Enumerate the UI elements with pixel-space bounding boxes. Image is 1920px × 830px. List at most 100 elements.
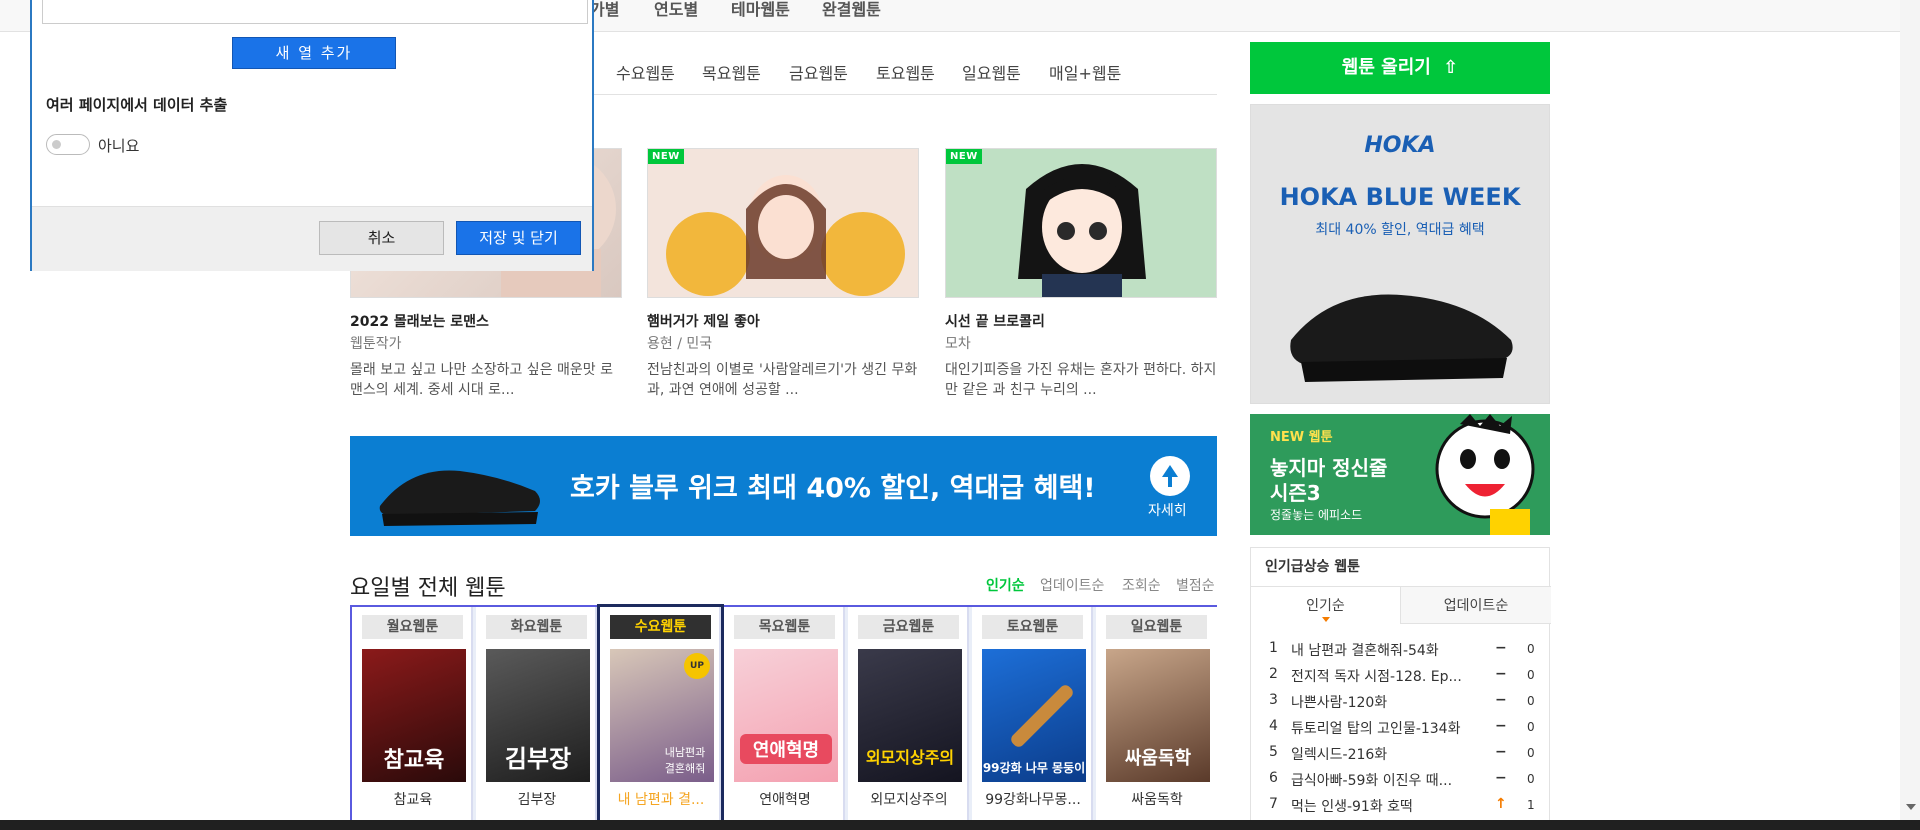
webtoon-name[interactable]: 99강화나무몽... xyxy=(978,789,1088,809)
poster-title: 참교육 xyxy=(383,748,445,773)
webtoon-name[interactable]: 참교육 xyxy=(358,789,468,809)
day-header[interactable]: 수요웹툰 xyxy=(610,615,711,639)
sort-views[interactable]: 조회순 xyxy=(1122,575,1161,595)
day-header[interactable]: 월요웹툰 xyxy=(362,615,463,639)
nav-year[interactable]: 연도별 xyxy=(654,0,698,20)
rank-number: 2 xyxy=(1269,666,1278,682)
side-ad-webtoon[interactable]: NEW 웹툰 놓지마 정신줄 시즌3 정줄놓는 에피소드 xyxy=(1250,414,1550,535)
trending-title: 인기급상승 웹툰 xyxy=(1265,559,1361,575)
list-item[interactable]: 2 전지적 독자 시점-128. Ep... − 0 xyxy=(1269,666,1539,692)
tab-wed[interactable]: 수요웹툰 xyxy=(616,60,675,84)
day-column[interactable]: 목요웹툰 연애혁명 연애혁명 xyxy=(724,607,845,830)
rank-change-value: 0 xyxy=(1527,668,1535,682)
side-ad-shoe[interactable]: HOKA HOKA BLUE WEEK 최대 40% 할인, 역대급 혜택 xyxy=(1250,104,1550,404)
promo-banner[interactable]: 호카 블루 위크 최대 40% 할인, 역대급 혜택! 자세히 xyxy=(350,436,1217,536)
day-column[interactable]: 토요웹툰 99강화 나무 몽둥이 99강화나무몽... xyxy=(972,607,1093,830)
cancel-button[interactable]: 취소 xyxy=(319,221,444,255)
webtoon-name[interactable]: 외모지상주의 xyxy=(854,789,964,809)
sort-rating[interactable]: 별점순 xyxy=(1176,575,1215,595)
weekday-columns: 월요웹툰 참교육 참교육 화요웹툰 김부장 김부장 수요웹툰 UP 내남편과 결… xyxy=(350,604,1217,830)
poster[interactable]: 연애혁명 xyxy=(734,649,838,782)
card-description: 대인기피증을 가진 유채는 혼자가 편하다. 하지만 같은 과 친구 누리의 .… xyxy=(945,362,1217,398)
card-thumbnail[interactable]: NEW xyxy=(945,148,1217,298)
list-item[interactable]: 3 나쁜사람-120화 − 0 xyxy=(1269,692,1539,718)
day-column[interactable]: 일요웹툰 싸움독학 싸움독학 xyxy=(1096,607,1217,830)
day-column-selected[interactable]: 수요웹툰 UP 내남편과 결혼해줘 내 남편과 결... xyxy=(597,604,724,830)
multi-page-toggle[interactable] xyxy=(46,134,90,155)
webtoon-name[interactable]: 김부장 xyxy=(482,789,592,809)
tab-thu[interactable]: 목요웹툰 xyxy=(702,60,761,84)
poster-title: 외모지상주의 xyxy=(865,748,955,767)
webtoon-name[interactable]: 싸움독학 xyxy=(1102,789,1212,809)
day-header[interactable]: 금요웹툰 xyxy=(858,615,959,639)
tab-fri[interactable]: 금요웹툰 xyxy=(789,60,848,84)
card-author: 모차 xyxy=(945,336,971,352)
tab-sun[interactable]: 일요웹툰 xyxy=(962,60,1021,84)
nav-completed[interactable]: 완결웹툰 xyxy=(822,0,881,20)
list-item[interactable]: 1 내 남편과 결혼해줘-54화 − 0 xyxy=(1269,640,1539,666)
rank-title[interactable]: 전지적 독자 시점-128. Ep... xyxy=(1291,666,1483,686)
poster[interactable]: 김부장 xyxy=(486,649,590,782)
day-header[interactable]: 일요웹툰 xyxy=(1106,615,1207,639)
list-item[interactable]: 6 급식아빠-59화 이진우 때... − 0 xyxy=(1269,770,1539,796)
tab-updated[interactable]: 업데이트순 xyxy=(1401,586,1551,624)
poster-title: 싸움독학 xyxy=(1124,748,1192,769)
webtoon-name[interactable]: 연애혁명 xyxy=(730,789,840,809)
banner-more-link[interactable]: 자세히 xyxy=(1148,500,1187,520)
poster-title: 연애혁명 xyxy=(740,734,832,764)
card-title[interactable]: 시선 끝 브로콜리 xyxy=(945,311,1045,331)
poster[interactable]: 외모지상주의 xyxy=(858,649,962,782)
rank-change-value: 0 xyxy=(1527,746,1535,760)
rank-title[interactable]: 일렉시드-216화 xyxy=(1291,744,1483,764)
featured-card[interactable]: NEW 햄버거가 제일 좋아 용현 / 민국 전남친과의 이별로 '사람알레르기… xyxy=(647,148,919,398)
day-header[interactable]: 화요웹툰 xyxy=(486,615,587,639)
tab-sat[interactable]: 토요웹툰 xyxy=(876,60,935,84)
browser-page: { "topnav": {"items": ["가별", "연도별", "테마웹… xyxy=(0,0,1920,830)
rank-title[interactable]: 급식아빠-59화 이진우 때... xyxy=(1291,770,1483,790)
rank-title[interactable]: 나쁜사람-120화 xyxy=(1291,692,1483,712)
nav-theme[interactable]: 테마웹툰 xyxy=(731,0,790,20)
webtoon-name[interactable]: 내 남편과 결... xyxy=(606,789,716,809)
poster-title: 내남편과 결혼해줘 xyxy=(664,746,706,775)
shoe-image xyxy=(1290,294,1513,382)
upload-label: 웹툰 올리기 xyxy=(1341,57,1431,78)
card-description: 몰래 보고 싶고 나만 소장하고 싶은 매운맛 로맨스의 세계. 중세 시대 로… xyxy=(350,362,613,398)
shoe-image xyxy=(379,470,540,526)
rank-title[interactable]: 내 남편과 결혼해줘-54화 xyxy=(1291,640,1483,660)
upload-icon: ⇧ xyxy=(1443,57,1459,78)
list-item[interactable]: 4 튜토리얼 탑의 고인물-134화 − 0 xyxy=(1269,718,1539,744)
day-column[interactable]: 화요웹툰 김부장 김부장 xyxy=(476,607,597,830)
vertical-scrollbar[interactable] xyxy=(1900,0,1920,820)
rank-title[interactable]: 먹는 인생-91화 호떡 xyxy=(1291,796,1483,816)
poster[interactable]: UP 내남편과 결혼해줘 xyxy=(610,649,714,782)
tab-daily[interactable]: 매일+웹툰 xyxy=(1049,60,1121,84)
day-column[interactable]: 금요웹툰 외모지상주의 외모지상주의 xyxy=(848,607,969,830)
card-thumbnail[interactable]: NEW xyxy=(647,148,919,298)
save-and-close-button[interactable]: 저장 및 닫기 xyxy=(456,221,581,255)
poster[interactable]: 싸움독학 xyxy=(1106,649,1210,782)
sort-popular[interactable]: 인기순 xyxy=(986,575,1025,595)
character-art xyxy=(1435,414,1535,535)
day-header[interactable]: 목요웹툰 xyxy=(734,615,835,639)
poster[interactable]: 99강화 나무 몽둥이 xyxy=(982,649,1086,782)
rank-change-icon: − xyxy=(1495,718,1507,734)
day-header[interactable]: 토요웹툰 xyxy=(982,615,1083,639)
poster[interactable]: 참교육 xyxy=(362,649,466,782)
rank-number: 3 xyxy=(1269,692,1278,708)
rank-title[interactable]: 튜토리얼 탑의 고인물-134화 xyxy=(1291,718,1483,738)
rank-number: 4 xyxy=(1269,718,1278,734)
scroll-down-arrow-icon[interactable] xyxy=(1906,804,1916,810)
featured-card[interactable]: NEW 시선 끝 브로콜리 모차 대인기피증을 가진 유채는 혼자가 편하다. … xyxy=(945,148,1217,398)
card-title[interactable]: 햄버거가 제일 좋아 xyxy=(647,311,760,331)
add-column-button[interactable]: 새 열 추가 xyxy=(232,37,396,69)
rank-change-value: 0 xyxy=(1527,772,1535,786)
day-column[interactable]: 월요웹툰 참교육 참교육 xyxy=(352,607,473,830)
card-title[interactable]: 2022 몰래보는 로맨스 xyxy=(350,311,489,331)
sort-update[interactable]: 업데이트순 xyxy=(1040,575,1104,595)
column-name-input[interactable] xyxy=(42,0,588,24)
list-item[interactable]: 5 일렉시드-216화 − 0 xyxy=(1269,744,1539,770)
list-item[interactable]: 7 먹는 인생-91화 호떡 ↑ 1 xyxy=(1269,796,1539,822)
tab-popular[interactable]: 인기순 xyxy=(1251,586,1401,624)
upload-webtoon-button[interactable]: 웹툰 올리기 ⇧ xyxy=(1250,42,1550,94)
nav-genre[interactable]: 가별 xyxy=(590,0,619,20)
